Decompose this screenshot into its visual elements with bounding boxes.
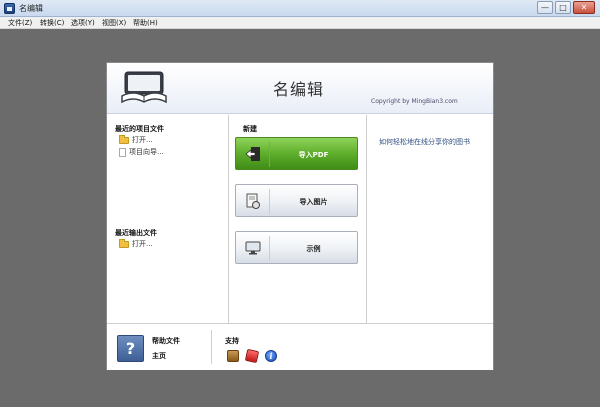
footer-divider bbox=[211, 330, 212, 364]
title-bar: 名编辑 — □ ✕ bbox=[0, 0, 600, 17]
project-wizard-link[interactable]: 项目向导... bbox=[119, 147, 164, 157]
new-section-title: 新建 bbox=[243, 125, 257, 133]
help-files-title: 帮助文件 bbox=[152, 337, 180, 345]
menu-view[interactable]: 视图(X) bbox=[102, 18, 126, 28]
menu-file[interactable]: 文件(Z) bbox=[8, 18, 32, 28]
menu-options[interactable]: 选项(Y) bbox=[71, 18, 95, 28]
link-label: 打开... bbox=[132, 240, 153, 248]
share-tip-link[interactable]: 如何轻松地在线分享你的图书 bbox=[379, 137, 470, 147]
panel-header: 名编辑 Copyright by MingBian3.com bbox=[107, 63, 493, 114]
app-icon bbox=[4, 3, 15, 14]
window-title: 名编辑 bbox=[19, 4, 43, 13]
import-image-button[interactable]: 导入图片 bbox=[235, 184, 358, 217]
start-panel: 名编辑 Copyright by MingBian3.com 最近的项目文件 打… bbox=[106, 62, 494, 370]
app-name-heading: 名编辑 bbox=[273, 80, 325, 99]
copyright-text: Copyright by MingBian3.com bbox=[371, 98, 458, 105]
document-icon bbox=[119, 147, 126, 157]
maximize-button[interactable]: □ bbox=[555, 1, 571, 14]
import-image-icon bbox=[246, 193, 260, 209]
book-monitor-logo-icon bbox=[121, 71, 167, 104]
import-image-label: 导入图片 bbox=[299, 198, 328, 206]
recent-projects-open-link[interactable]: 打开... bbox=[119, 134, 153, 145]
new-column: 新建 导入PDF 导入图片 示例 bbox=[229, 115, 367, 323]
menu-help[interactable]: 帮助(H) bbox=[133, 18, 158, 28]
menu-bar: 文件(Z) 转换(C) 选项(Y) 视图(X) 帮助(H) bbox=[0, 17, 600, 29]
menu-convert[interactable]: 转换(C) bbox=[40, 18, 64, 28]
example-button[interactable]: 示例 bbox=[235, 231, 358, 264]
panel-footer: ? 帮助文件 主页 支持 i bbox=[107, 323, 493, 370]
package-icon[interactable] bbox=[227, 350, 239, 362]
monitor-icon bbox=[245, 241, 261, 255]
link-label: 打开... bbox=[132, 136, 153, 144]
import-pdf-icon bbox=[245, 147, 260, 161]
close-button[interactable]: ✕ bbox=[573, 1, 595, 14]
import-pdf-label: 导入PDF bbox=[298, 151, 329, 159]
link-label: 项目向导... bbox=[129, 148, 164, 156]
support-title: 支持 bbox=[225, 337, 239, 345]
recent-files-column: 最近的项目文件 打开... 项目向导... 最近输出文件 打开... bbox=[107, 115, 229, 323]
recent-projects-title: 最近的项目文件 bbox=[115, 125, 164, 133]
import-pdf-button[interactable]: 导入PDF bbox=[235, 137, 358, 170]
minimize-button[interactable]: — bbox=[537, 1, 553, 14]
help-icon[interactable]: ? bbox=[117, 335, 144, 362]
info-icon[interactable]: i bbox=[265, 350, 277, 362]
homepage-link[interactable]: 主页 bbox=[152, 351, 166, 361]
recent-outputs-title: 最近输出文件 bbox=[115, 229, 157, 237]
recent-outputs-open-link[interactable]: 打开... bbox=[119, 238, 153, 249]
folder-icon bbox=[119, 238, 129, 248]
folder-icon bbox=[119, 134, 129, 144]
example-label: 示例 bbox=[306, 245, 321, 253]
dice-icon[interactable] bbox=[244, 348, 260, 364]
tips-column: 如何轻松地在线分享你的图书 bbox=[367, 115, 493, 323]
